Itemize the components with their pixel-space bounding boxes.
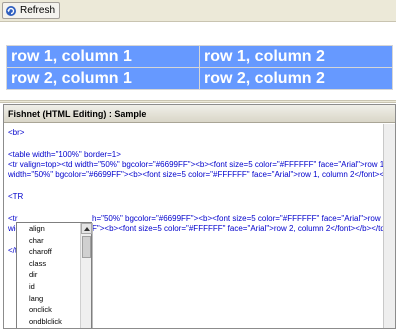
table-row: row 1, column 1 row 1, column 2 (7, 46, 392, 67)
code-line: <br> (8, 128, 25, 137)
autocomplete-item[interactable]: align (17, 223, 80, 235)
scroll-up-icon[interactable] (81, 223, 92, 234)
autocomplete-scrollbar[interactable] (80, 223, 92, 328)
autocomplete-item[interactable]: onkeydown (17, 327, 80, 328)
autocomplete-list[interactable]: align char charoff class dir id lang onclick ond… (17, 223, 80, 328)
table-cell: row 2, column 1 (7, 68, 199, 89)
autocomplete-item[interactable]: ondblclick (17, 316, 80, 328)
editor-title: Fishnet (HTML Editing) : Sample (4, 105, 395, 123)
editor-panel: Fishnet (HTML Editing) : Sample <br> <ta… (3, 104, 396, 329)
editor-scrollbar[interactable] (383, 124, 395, 328)
code-editor[interactable]: <br> <table width="100%" border=1> <tr v… (4, 124, 395, 328)
autocomplete-item[interactable]: lang (17, 293, 80, 305)
code-line: <tr valign=top><td width="50%" bgcolor="… (8, 160, 395, 169)
table-cell: row 1, column 2 (200, 46, 392, 67)
refresh-icon (5, 5, 17, 17)
code-line: h="50%" bgcolor="#6699FF"><b><font size=… (92, 214, 395, 223)
autocomplete-item[interactable]: class (17, 258, 80, 270)
autocomplete-item[interactable]: dir (17, 269, 80, 281)
refresh-label: Refresh (20, 5, 56, 16)
autocomplete-item[interactable]: id (17, 281, 80, 293)
table-cell: row 1, column 1 (7, 46, 199, 67)
autocomplete-item[interactable]: charoff (17, 246, 80, 258)
html-preview: row 1, column 1 row 1, column 2 row 2, c… (6, 45, 393, 91)
preview-table: row 1, column 1 row 1, column 2 row 2, c… (6, 45, 393, 90)
code-line: F"><b><font size=5 color="#FFFFFF" face=… (92, 224, 385, 233)
autocomplete-item[interactable]: char (17, 235, 80, 247)
table-cell: row 2, column 2 (200, 68, 392, 89)
code-line-cursor: <TR (8, 192, 24, 201)
autocomplete-item[interactable]: onclick (17, 304, 80, 316)
code-line: width="50%" bgcolor="#6699FF"><b><font s… (8, 170, 395, 179)
toolbar: Refresh (0, 0, 396, 22)
splitter[interactable] (0, 100, 396, 103)
refresh-button[interactable]: Refresh (2, 2, 61, 19)
autocomplete-popup[interactable]: align char charoff class dir id lang onclick ond… (16, 222, 92, 328)
scroll-thumb[interactable] (82, 236, 91, 258)
code-line: <table width="100%" border=1> (8, 150, 121, 159)
table-row: row 2, column 1 row 2, column 2 (7, 68, 392, 89)
